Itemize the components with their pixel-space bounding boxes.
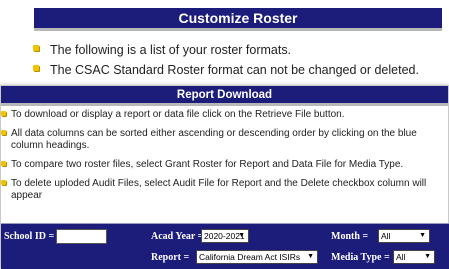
- media-type-label: Media Type =: [331, 252, 390, 263]
- customize-roster-header: Customize Roster: [34, 8, 442, 31]
- dropdown-caret-icon: ▼: [419, 232, 426, 239]
- school-id-label: School ID =: [4, 231, 55, 242]
- media-type-value: All: [396, 252, 406, 262]
- bullet-icon: [1, 130, 6, 135]
- list-item: The CSAC Standard Roster format can not …: [33, 62, 419, 79]
- bullet-icon: [1, 161, 6, 166]
- report-download-instructions: To download or display a report or data …: [1, 109, 449, 209]
- acad-year-select[interactable]: 2020-2021 ▼: [201, 229, 249, 243]
- month-label: Month =: [331, 231, 369, 242]
- list-item-text: To compare two roster files, select Gran…: [11, 159, 404, 170]
- report-label: Report =: [151, 252, 190, 263]
- report-download-header: Report Download: [1, 86, 448, 106]
- dropdown-caret-icon: ▼: [307, 253, 314, 260]
- customize-roster-panel: Customize Roster The following is a list…: [0, 0, 449, 88]
- list-item-text: The following is a list of your roster f…: [50, 43, 292, 57]
- bullet-icon: [33, 65, 39, 71]
- list-item: To delete uploded Audit Files, select Au…: [1, 178, 449, 202]
- list-item-text: All data columns can be sorted either as…: [11, 128, 417, 151]
- month-value: All: [381, 231, 391, 241]
- list-item-text: The CSAC Standard Roster format can not …: [50, 63, 419, 77]
- list-item: To compare two roster files, select Gran…: [1, 159, 449, 171]
- dropdown-caret-icon: ▼: [238, 232, 245, 239]
- report-select[interactable]: California Dream Act ISIRs ▼: [196, 250, 318, 264]
- bullet-icon: [1, 180, 6, 185]
- list-item-text: To download or display a report or data …: [11, 109, 345, 120]
- acad-year-label: Acad Year =: [151, 231, 204, 242]
- list-item: All data columns can be sorted either as…: [1, 128, 449, 152]
- bullet-icon: [1, 111, 6, 116]
- school-id-input[interactable]: [56, 229, 107, 244]
- list-item-text: To delete uploded Audit Files, select Au…: [11, 178, 427, 201]
- customize-roster-list: The following is a list of your roster f…: [33, 42, 419, 82]
- bullet-icon: [33, 45, 39, 51]
- list-item: To download or display a report or data …: [1, 109, 449, 121]
- filter-bar: School ID = Acad Year = 2020-2021 ▼ Mont…: [1, 223, 449, 269]
- list-item: The following is a list of your roster f…: [33, 42, 419, 59]
- dropdown-caret-icon: ▼: [424, 253, 431, 260]
- report-value: California Dream Act ISIRs: [199, 252, 301, 262]
- month-select[interactable]: All ▼: [378, 229, 430, 243]
- media-type-select[interactable]: All ▼: [393, 250, 435, 264]
- report-download-dialog: Report Download To download or display a…: [0, 85, 449, 269]
